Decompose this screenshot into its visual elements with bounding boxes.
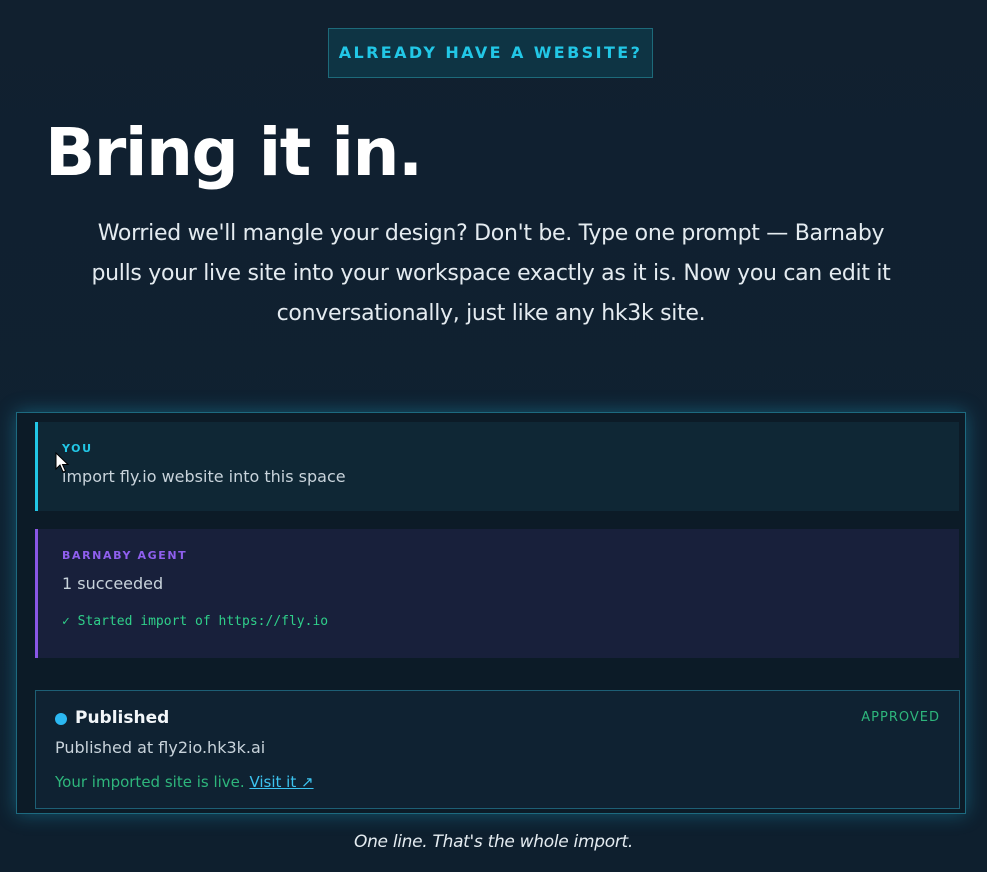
user-message: YOU import fly.io website into this spac… xyxy=(35,422,959,511)
agent-message: BARNABY AGENT 1 succeeded ✓ Started impo… xyxy=(35,529,959,658)
agent-log-line: ✓ Started import of https://fly.io xyxy=(62,614,329,629)
agent-message-text: 1 succeeded xyxy=(62,574,164,593)
chat-demo-panel: YOU import fly.io website into this spac… xyxy=(16,412,966,814)
publish-status-card: Published APPROVED Published at fly2io.h… xyxy=(35,690,960,809)
user-message-text: import fly.io website into this space xyxy=(62,467,346,486)
status-badge: APPROVED xyxy=(861,710,940,725)
demo-caption: One line. That's the whole import. xyxy=(354,832,633,852)
publish-status-title: Published xyxy=(75,708,170,728)
intro-paragraph: Worried we'll mangle your design? Don't … xyxy=(91,221,891,326)
published-url-text: Published at fly2io.hk3k.ai xyxy=(55,738,266,757)
site-live-message: Your imported site is live. Visit it ↗ xyxy=(55,773,314,791)
visit-site-link[interactable]: Visit it ↗ xyxy=(249,773,313,791)
page-title: Bring it in. xyxy=(45,114,423,191)
status-dot-icon xyxy=(55,713,67,725)
mouse-cursor-icon xyxy=(55,452,69,473)
already-have-website-button[interactable]: ALREADY HAVE A WEBSITE? xyxy=(328,28,653,78)
agent-message-label: BARNABY AGENT xyxy=(62,549,188,562)
site-live-text: Your imported site is live. xyxy=(55,773,245,791)
